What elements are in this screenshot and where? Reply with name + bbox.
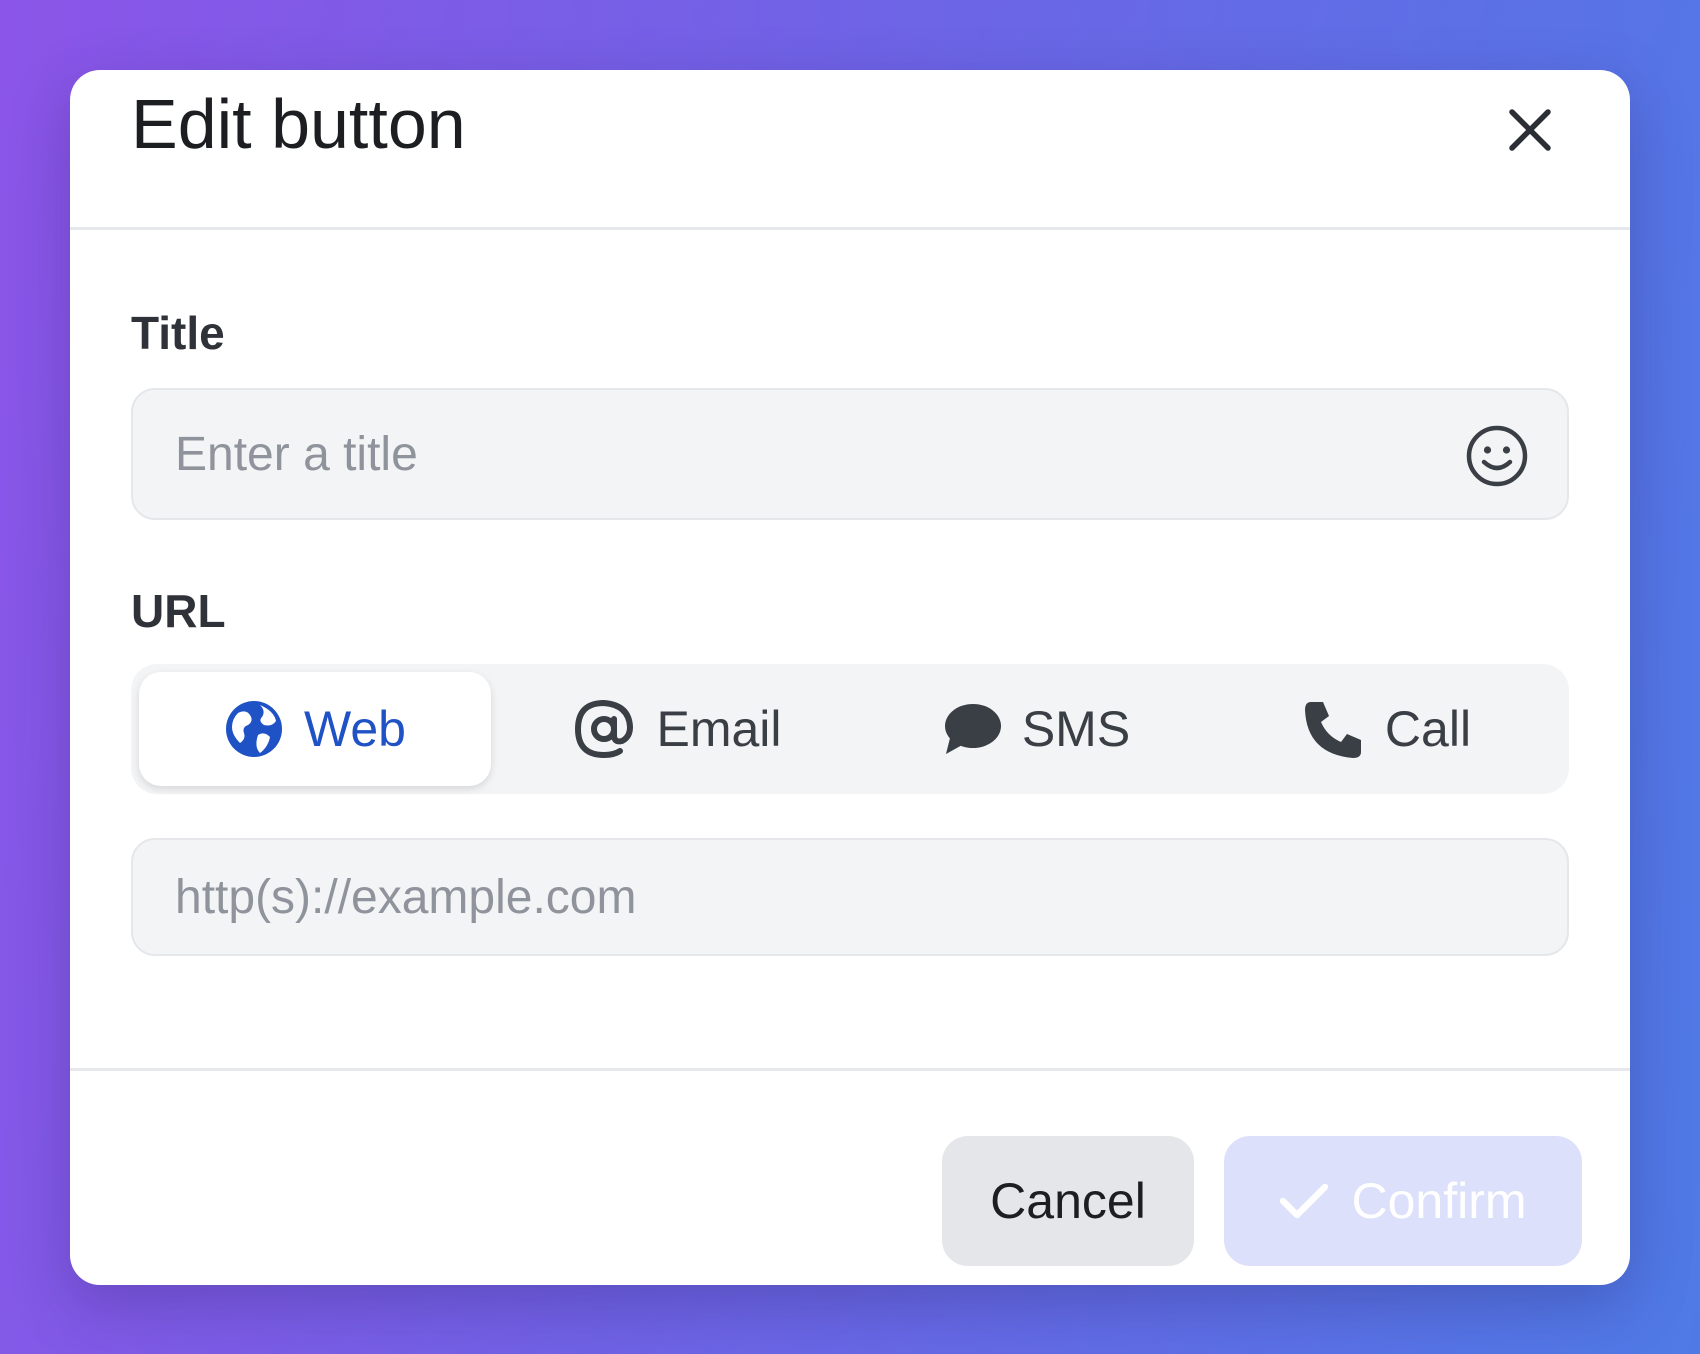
smiley-icon bbox=[1466, 425, 1528, 487]
phone-icon bbox=[1304, 702, 1361, 758]
confirm-button-label: Confirm bbox=[1351, 1173, 1527, 1229]
tab-email[interactable]: Email bbox=[501, 672, 853, 786]
url-type-tabs: Web Email SMS Call bbox=[131, 664, 1569, 794]
cancel-button-label: Cancel bbox=[990, 1173, 1146, 1229]
at-icon bbox=[575, 699, 634, 759]
tab-sms[interactable]: SMS bbox=[861, 672, 1213, 786]
title-input-box bbox=[131, 388, 1569, 520]
check-icon bbox=[1280, 1183, 1329, 1219]
edit-button-dialog: Edit button Title URL bbox=[70, 70, 1630, 1285]
emoji-picker-button[interactable] bbox=[1465, 424, 1529, 488]
tab-web-label: Web bbox=[304, 701, 406, 757]
url-input[interactable] bbox=[175, 840, 1469, 954]
tab-email-label: Email bbox=[656, 701, 782, 757]
url-label: URL bbox=[131, 585, 226, 637]
tab-call-label: Call bbox=[1384, 701, 1472, 757]
tab-sms-label: SMS bbox=[1021, 701, 1131, 757]
tab-web[interactable]: Web bbox=[139, 672, 491, 786]
cancel-button[interactable]: Cancel bbox=[942, 1136, 1194, 1266]
chat-bubble-icon bbox=[944, 704, 1001, 754]
close-icon bbox=[1509, 109, 1551, 151]
globe-icon bbox=[226, 701, 283, 757]
title-label: Title bbox=[131, 307, 225, 359]
dialog-title: Edit button bbox=[131, 85, 466, 163]
confirm-button[interactable]: Confirm bbox=[1224, 1136, 1582, 1266]
title-input[interactable] bbox=[175, 390, 1469, 518]
dialog-header: Edit button bbox=[70, 70, 1630, 230]
footer-divider bbox=[70, 1068, 1630, 1071]
tab-call[interactable]: Call bbox=[1211, 672, 1563, 786]
url-input-box bbox=[131, 838, 1569, 956]
close-button[interactable] bbox=[1490, 90, 1570, 170]
